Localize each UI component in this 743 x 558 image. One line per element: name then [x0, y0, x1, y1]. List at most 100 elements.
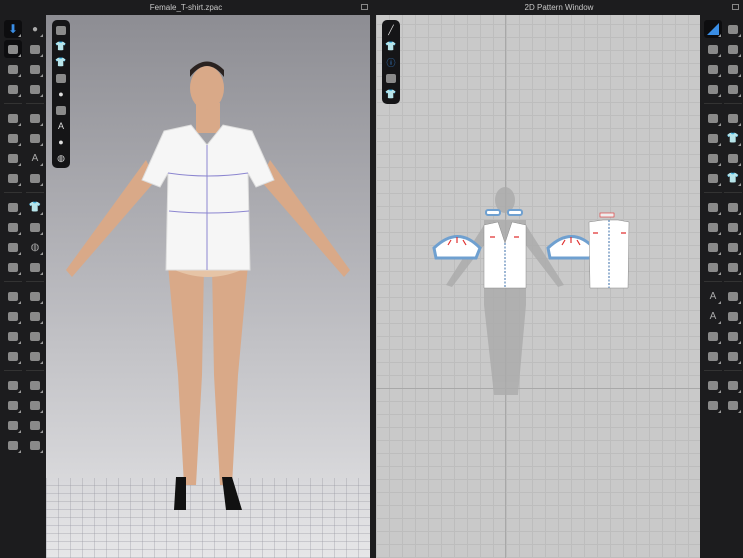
- stamp-icon[interactable]: [26, 436, 44, 454]
- transform-icon[interactable]: [4, 60, 22, 78]
- skirt-icon[interactable]: [26, 347, 44, 365]
- pattern-list-icon[interactable]: [724, 347, 742, 365]
- garment-icon[interactable]: [4, 436, 22, 454]
- 3d-window-titlebar: Female_T-shirt.zpac: [0, 0, 372, 15]
- internal-polygon-icon[interactable]: [704, 109, 722, 127]
- split-icon[interactable]: [724, 376, 742, 394]
- strap-icon[interactable]: [4, 169, 22, 187]
- grid-icon[interactable]: [724, 327, 742, 345]
- left-toolbar-column-1: ⬇: [2, 20, 24, 454]
- elastic-icon[interactable]: [724, 218, 742, 236]
- toolbar-separator: [724, 370, 742, 371]
- brush-icon[interactable]: [4, 198, 22, 216]
- select-mesh-icon[interactable]: [4, 40, 22, 58]
- sew-free-icon[interactable]: [724, 60, 742, 78]
- toolbar-separator: [26, 103, 44, 104]
- measure-icon[interactable]: [4, 149, 22, 167]
- globe-icon[interactable]: ◍: [26, 238, 44, 256]
- layer-icon[interactable]: [26, 376, 44, 394]
- texture-icon[interactable]: A: [26, 149, 44, 167]
- toolbar-separator: [26, 281, 44, 282]
- hanger-icon[interactable]: [26, 218, 44, 236]
- zip-icon[interactable]: [724, 307, 742, 325]
- tape-measure-icon[interactable]: [704, 347, 722, 365]
- grain-icon[interactable]: [704, 258, 722, 276]
- pin-2d-icon[interactable]: [704, 376, 722, 394]
- toolbar-separator: [4, 103, 22, 104]
- sew-multi-icon[interactable]: [724, 80, 742, 98]
- gather-icon[interactable]: [4, 238, 22, 256]
- 2d-window-titlebar: 2D Pattern Window: [375, 0, 743, 15]
- pattern-pieces: [432, 187, 630, 395]
- shirt-3-icon[interactable]: 👕: [724, 129, 742, 147]
- edit-pattern-icon[interactable]: [704, 20, 722, 38]
- cut-icon[interactable]: [704, 169, 722, 187]
- fold-arrangement-icon[interactable]: [4, 80, 22, 98]
- overlay-icon[interactable]: [26, 327, 44, 345]
- fitting-icon[interactable]: [4, 416, 22, 434]
- toolbar-separator: [704, 370, 722, 371]
- shirt-icon[interactable]: 👕: [26, 198, 44, 216]
- 2d-pattern-viewport[interactable]: ╱ 👕 ⓘ 👕: [376, 15, 700, 558]
- left-toolbar-column-2: ● A 👕 ◍: [24, 20, 46, 454]
- rectangle-icon[interactable]: [704, 80, 722, 98]
- grading-icon[interactable]: [704, 327, 722, 345]
- sew-segment-icon[interactable]: [724, 40, 742, 58]
- zipper-icon[interactable]: [4, 258, 22, 276]
- restore-window-icon[interactable]: [732, 4, 739, 10]
- toolbar-separator: [704, 103, 722, 104]
- pin-icon[interactable]: [4, 109, 22, 127]
- pants-icon[interactable]: [26, 287, 44, 305]
- unfold-icon[interactable]: [26, 129, 44, 147]
- toolbar-separator: [724, 281, 742, 282]
- text-size-icon[interactable]: A: [704, 307, 722, 325]
- fold-icon[interactable]: [26, 109, 44, 127]
- crop-icon[interactable]: [26, 416, 44, 434]
- brush-2-icon[interactable]: [724, 149, 742, 167]
- trace-icon[interactable]: [704, 149, 722, 167]
- mirror-icon[interactable]: [704, 238, 722, 256]
- pattern-icon[interactable]: [26, 80, 44, 98]
- button-icon[interactable]: [4, 307, 22, 325]
- buttonhole-icon[interactable]: [4, 327, 22, 345]
- stitch-icon[interactable]: [724, 287, 742, 305]
- 2d-window-title: 2D Pattern Window: [524, 3, 594, 12]
- shirt-4-icon[interactable]: 👕: [724, 169, 742, 187]
- dart-icon[interactable]: [704, 218, 722, 236]
- fold-2-icon[interactable]: [724, 258, 742, 276]
- dress-icon[interactable]: [26, 307, 44, 325]
- seam-icon[interactable]: [724, 238, 742, 256]
- internal-rect-icon[interactable]: [704, 129, 722, 147]
- line-icon[interactable]: [26, 169, 44, 187]
- tape-icon[interactable]: [4, 396, 22, 414]
- arrange-icon[interactable]: [4, 218, 22, 236]
- avatar-figure: [66, 61, 350, 510]
- panel-icon[interactable]: [26, 396, 44, 414]
- sew-icon[interactable]: [724, 20, 742, 38]
- topstitch-icon[interactable]: [4, 347, 22, 365]
- simulation-icon[interactable]: ⬇: [4, 20, 22, 38]
- 3d-viewport[interactable]: 👕 👕 ● A ● ◍: [46, 15, 370, 558]
- fabric-2d-icon[interactable]: [704, 396, 722, 414]
- restore-window-icon[interactable]: [361, 4, 368, 10]
- tack-icon[interactable]: [4, 129, 22, 147]
- polygon-icon[interactable]: [704, 40, 722, 58]
- toolbar-separator: [724, 103, 742, 104]
- trim-icon[interactable]: [26, 258, 44, 276]
- garment-tools-icon[interactable]: [26, 40, 44, 58]
- 3d-window-title: Female_T-shirt.zpac: [149, 3, 223, 12]
- sewing-icon[interactable]: [26, 60, 44, 78]
- piping-icon[interactable]: [4, 287, 22, 305]
- iron-icon[interactable]: [724, 109, 742, 127]
- text-icon[interactable]: A: [704, 287, 722, 305]
- table-icon[interactable]: [724, 396, 742, 414]
- toolbar-separator: [26, 370, 44, 371]
- puckering-icon[interactable]: [4, 376, 22, 394]
- segment-icon[interactable]: [704, 60, 722, 78]
- puckering-2-icon[interactable]: [724, 198, 742, 216]
- toolbar-separator: [724, 192, 742, 193]
- toolbar-separator: [26, 192, 44, 193]
- avatar-pose-icon[interactable]: ●: [26, 20, 44, 38]
- toolbar-separator: [4, 370, 22, 371]
- notch-icon[interactable]: [704, 198, 722, 216]
